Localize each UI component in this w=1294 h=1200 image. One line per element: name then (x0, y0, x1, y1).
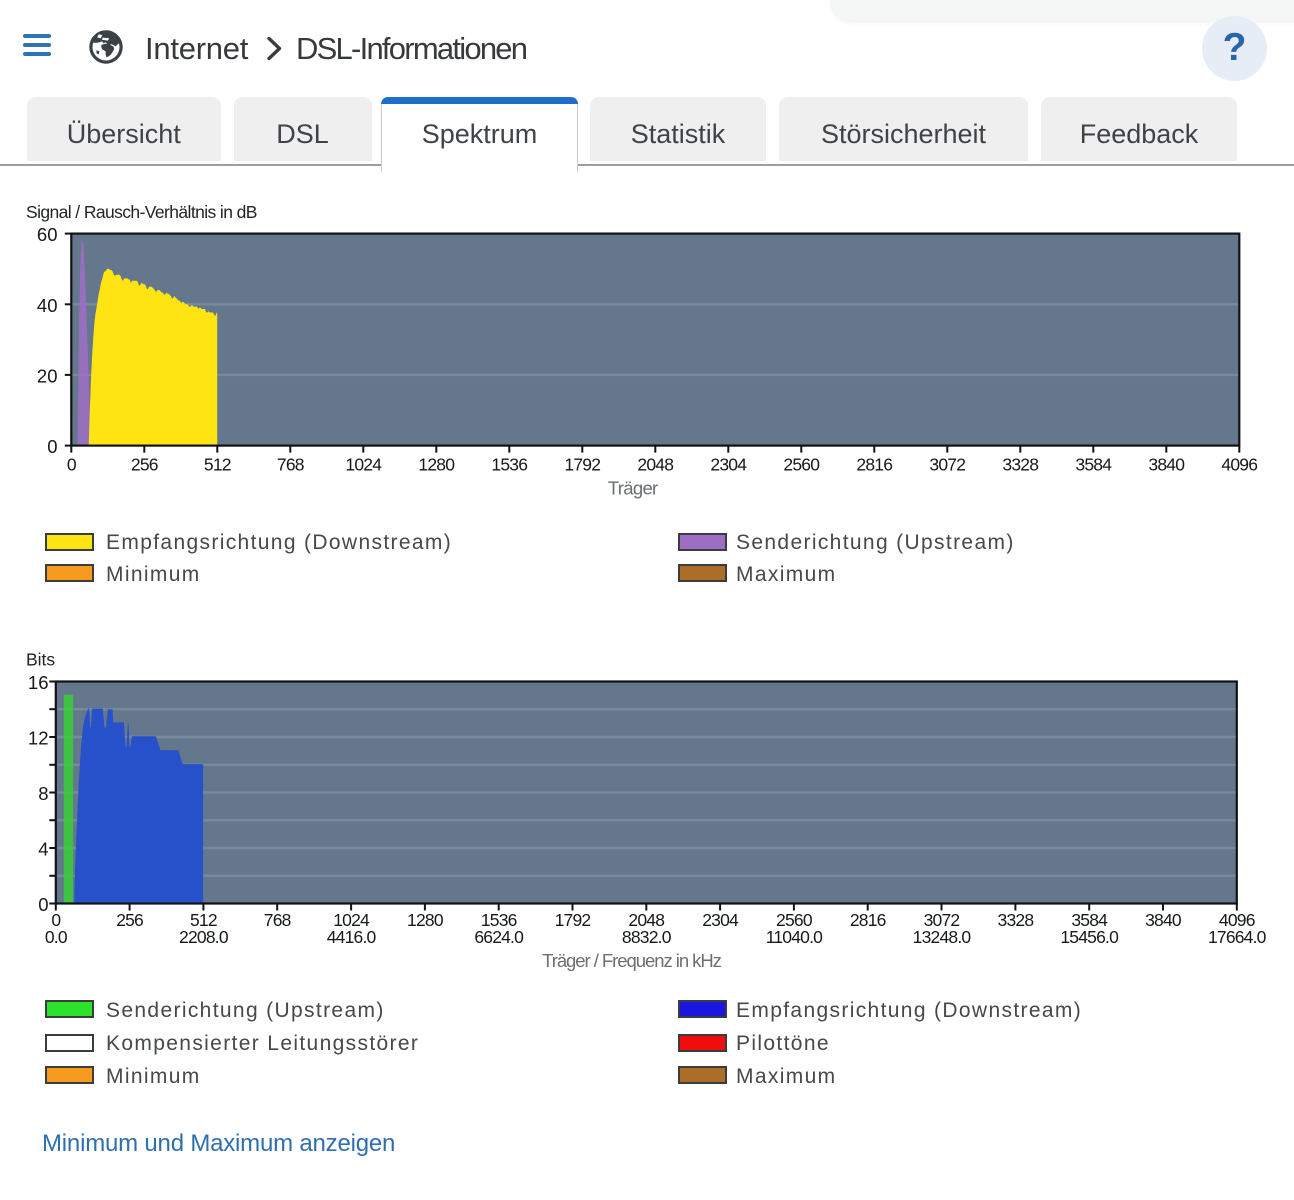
svg-text:3840: 3840 (1145, 910, 1182, 930)
svg-text:12: 12 (28, 728, 49, 749)
svg-text:8: 8 (38, 783, 48, 804)
svg-text:8832.0: 8832.0 (622, 927, 672, 947)
svg-text:0: 0 (38, 894, 48, 915)
svg-text:Bits: Bits (26, 650, 55, 670)
svg-text:2560: 2560 (783, 455, 820, 475)
svg-text:2048: 2048 (637, 455, 673, 475)
svg-text:1792: 1792 (555, 910, 591, 930)
svg-text:512: 512 (204, 455, 231, 475)
svg-text:60: 60 (37, 224, 58, 245)
svg-text:Träger: Träger (608, 477, 658, 498)
svg-text:13248.0: 13248.0 (913, 927, 972, 947)
svg-text:0: 0 (47, 436, 57, 457)
svg-text:256: 256 (116, 910, 143, 930)
svg-text:0: 0 (67, 455, 77, 475)
svg-text:2304: 2304 (710, 455, 747, 475)
svg-text:15456.0: 15456.0 (1060, 927, 1119, 947)
svg-text:4416.0: 4416.0 (327, 927, 377, 947)
svg-text:3072: 3072 (929, 455, 965, 475)
svg-text:3584: 3584 (1075, 455, 1112, 475)
svg-text:3328: 3328 (998, 910, 1034, 930)
svg-text:3840: 3840 (1148, 455, 1185, 475)
svg-text:40: 40 (37, 295, 58, 316)
svg-text:1280: 1280 (418, 455, 455, 475)
svg-text:1792: 1792 (564, 455, 600, 475)
svg-text:1280: 1280 (407, 910, 444, 930)
svg-text:16: 16 (28, 672, 49, 693)
svg-text:Signal / Rausch-Verhältnis in: Signal / Rausch-Verhältnis in dB (26, 202, 257, 222)
svg-text:2816: 2816 (856, 455, 892, 475)
svg-text:768: 768 (277, 455, 304, 475)
svg-text:768: 768 (264, 910, 291, 930)
svg-text:2816: 2816 (850, 910, 886, 930)
svg-text:20: 20 (37, 366, 58, 387)
svg-text:1536: 1536 (491, 455, 527, 475)
svg-text:1024: 1024 (345, 455, 382, 475)
svg-text:6624.0: 6624.0 (474, 927, 524, 947)
svg-text:4: 4 (38, 839, 48, 860)
svg-text:2304: 2304 (702, 910, 739, 930)
svg-text:2208.0: 2208.0 (179, 927, 229, 947)
svg-text:17664.0: 17664.0 (1208, 927, 1267, 947)
svg-text:256: 256 (131, 455, 158, 475)
svg-text:3328: 3328 (1002, 455, 1038, 475)
svg-text:11040.0: 11040.0 (766, 927, 823, 947)
svg-text:Träger / Frequenz in kHz: Träger / Frequenz in kHz (542, 950, 722, 971)
svg-text:4096: 4096 (1221, 455, 1257, 475)
svg-text:0.0: 0.0 (45, 927, 68, 947)
